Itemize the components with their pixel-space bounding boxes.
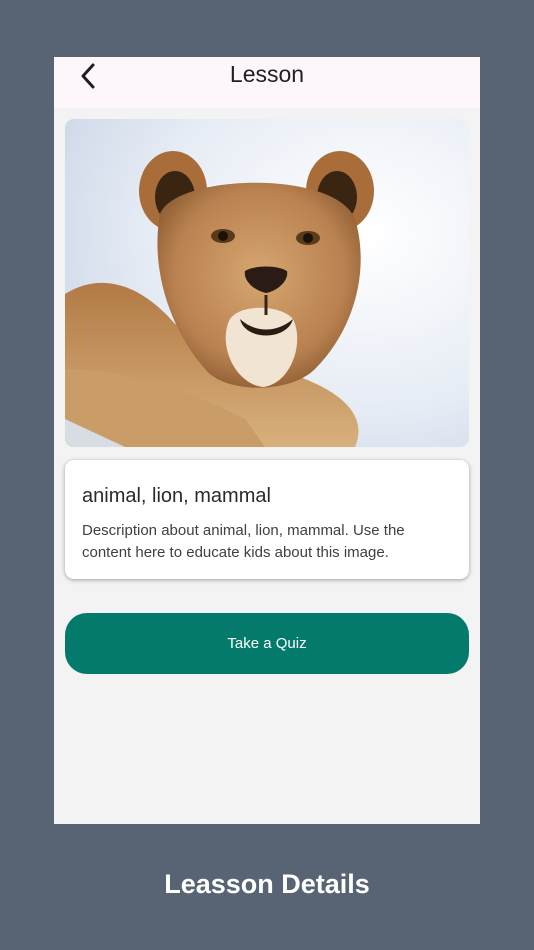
lesson-title: animal, lion, mammal <box>82 485 271 507</box>
app-bar: Lesson <box>54 57 480 108</box>
lesson-image <box>65 119 469 447</box>
take-quiz-button[interactable]: Take a Quiz <box>65 613 469 674</box>
app-screen: Lesson animal, lion, mammal Description … <box>54 57 480 824</box>
lesson-card: animal, lion, mammal Description about a… <box>65 460 469 579</box>
lesson-description: Description about animal, lion, mammal. … <box>82 522 405 561</box>
page-title: Lesson <box>229 61 305 87</box>
screen-caption: Leasson Details <box>164 869 370 899</box>
